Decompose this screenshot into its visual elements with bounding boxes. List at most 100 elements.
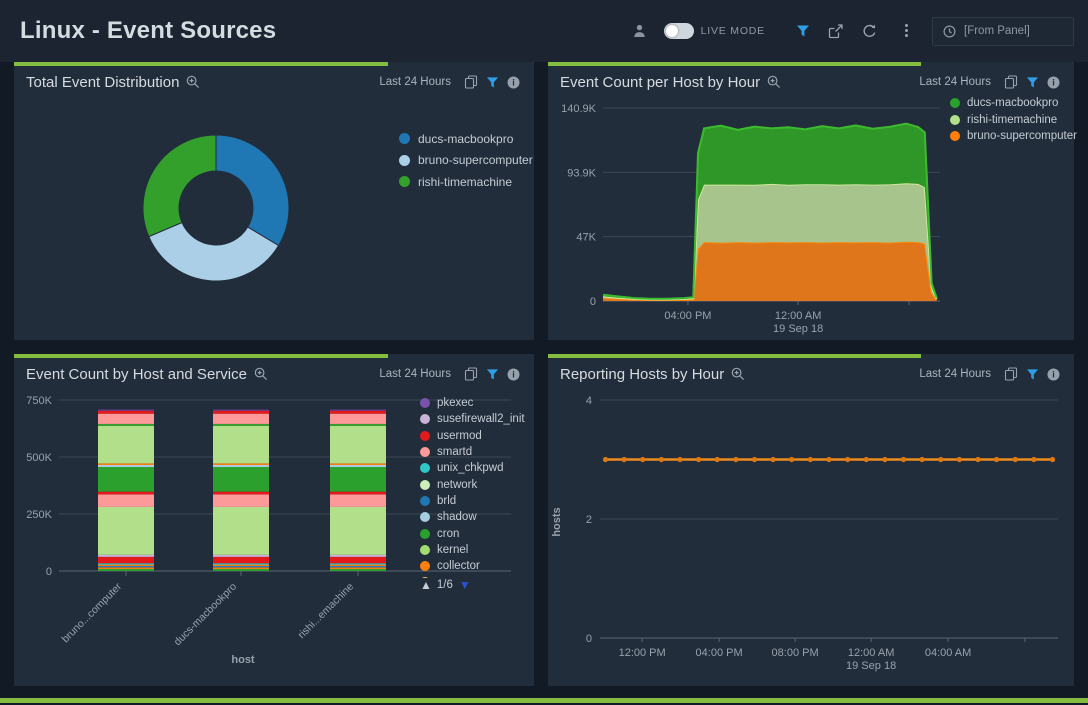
filter-icon[interactable] — [796, 24, 810, 38]
filter-icon[interactable] — [486, 76, 499, 89]
legend-swatch — [420, 431, 430, 441]
panel-time-range: Last 24 Hours — [379, 368, 451, 380]
legend-page-down-icon[interactable]: ▼ — [459, 578, 471, 592]
panel-header: Event Count per Host by Hour Last 24 Hou… — [548, 66, 1074, 98]
legend-item[interactable]: brld — [420, 493, 538, 509]
copy-icon[interactable] — [464, 75, 478, 89]
legend-item[interactable]: cron — [420, 525, 538, 541]
legend-item[interactable]: ducs-macbookpro — [399, 128, 533, 150]
legend-swatch — [399, 176, 410, 187]
filter-icon[interactable] — [1026, 76, 1039, 89]
info-icon[interactable]: i — [1047, 76, 1060, 89]
bar-segment — [330, 494, 386, 507]
magnifier-plus-icon[interactable] — [731, 367, 745, 381]
live-mode-toggle[interactable] — [664, 23, 694, 39]
legend-swatch — [950, 115, 960, 125]
legend-item[interactable]: rishi-timemachine — [399, 171, 533, 193]
copy-icon[interactable] — [1004, 367, 1018, 381]
data-point — [622, 457, 627, 462]
filter-icon[interactable] — [1026, 368, 1039, 381]
svg-text:140.9K: 140.9K — [561, 103, 597, 115]
copy-icon[interactable] — [1004, 75, 1018, 89]
bar-segment — [330, 424, 386, 426]
panel-header: Total Event Distribution Last 24 Hours i — [14, 66, 534, 98]
info-icon[interactable]: i — [1047, 368, 1060, 381]
legend-item[interactable]: susefirewall2_init — [420, 411, 538, 427]
legend-label: kernel — [437, 544, 468, 556]
legend-item[interactable]: smartd — [420, 444, 538, 460]
bar-segment — [98, 569, 154, 571]
magnifier-plus-icon[interactable] — [186, 75, 200, 89]
magnifier-plus-icon[interactable] — [254, 367, 268, 381]
legend-label: collector — [437, 560, 480, 572]
data-point — [920, 457, 925, 462]
bar-segment — [330, 411, 386, 414]
legend-item[interactable]: collector — [420, 558, 538, 574]
legend-page-up-icon[interactable]: ▲ — [420, 578, 432, 592]
bar-segment — [98, 411, 154, 414]
legend-item[interactable]: kernel — [420, 542, 538, 558]
legend-item[interactable]: pkexec — [420, 395, 538, 411]
legend-item[interactable]: shadow — [420, 509, 538, 525]
svg-text:04:00 AM: 04:00 AM — [925, 647, 971, 659]
panel-title: Event Count per Host by Hour — [560, 74, 760, 91]
share-icon[interactable] — [828, 24, 844, 39]
legend-label: brld — [437, 495, 456, 507]
data-point — [715, 457, 720, 462]
bar-segment — [213, 565, 269, 566]
svg-text:04:00 PM: 04:00 PM — [696, 647, 743, 659]
legend-label: bruno-supercomputer — [967, 130, 1077, 142]
bar-segment — [330, 563, 386, 564]
legend-item[interactable]: network — [420, 476, 538, 492]
bar-segment — [98, 567, 154, 569]
legend-label: pkexec — [437, 397, 473, 409]
legend-label: network — [437, 479, 477, 491]
legend-swatch — [420, 529, 430, 539]
legend-item[interactable]: rishi-timemachine — [950, 112, 1077, 129]
legend-swatch — [950, 98, 960, 108]
legend-swatch — [420, 447, 430, 457]
legend-item[interactable]: ducs-macbookpro — [950, 95, 1077, 112]
bar-segment — [330, 467, 386, 492]
info-icon[interactable]: i — [507, 368, 520, 381]
svg-text:19 Sep 18: 19 Sep 18 — [773, 323, 823, 335]
copy-icon[interactable] — [464, 367, 478, 381]
user-icon[interactable] — [633, 24, 646, 38]
more-menu-icon[interactable] — [900, 23, 914, 39]
bars: bruno...computerducs-macbookprorishi...e… — [59, 410, 386, 649]
svg-text:12:00 AM: 12:00 AM — [848, 647, 894, 659]
data-point — [771, 457, 776, 462]
legend-swatch — [420, 463, 430, 473]
svg-text:750K: 750K — [26, 395, 52, 407]
svg-text:47K: 47K — [576, 232, 596, 244]
magnifier-plus-icon[interactable] — [767, 75, 781, 89]
data-point — [789, 457, 794, 462]
series-areas — [603, 124, 937, 301]
bar-segment — [330, 410, 386, 411]
refresh-icon[interactable] — [862, 24, 877, 39]
legend-page-indicator: 1/6 — [437, 579, 453, 591]
toggle-knob — [666, 25, 678, 37]
bar-segment — [330, 569, 386, 571]
live-mode-label: LIVE MODE — [701, 25, 765, 37]
area-series-bruno-supercomputer — [603, 242, 937, 301]
legend-label: unix_chkpwd — [437, 462, 503, 474]
svg-text:19 Sep 18: 19 Sep 18 — [846, 660, 896, 672]
filter-icon[interactable] — [486, 368, 499, 381]
data-point — [864, 457, 869, 462]
time-range-picker[interactable]: [From Panel] — [932, 17, 1074, 46]
bar-segment — [213, 426, 269, 464]
legend-item[interactable]: bruno-supercomputer — [399, 150, 533, 172]
bar-segment — [213, 463, 269, 465]
bar-segment — [98, 565, 154, 566]
legend-label: ducs-macbookpro — [967, 97, 1058, 109]
legend-item[interactable]: bruno-supercomputer — [950, 128, 1077, 145]
legend-item[interactable]: usermod — [420, 428, 538, 444]
data-point — [752, 457, 757, 462]
donut-slices — [143, 135, 289, 281]
svg-text:4: 4 — [586, 395, 592, 407]
info-icon[interactable]: i — [507, 76, 520, 89]
legend-item[interactable]: unix_chkpwd — [420, 460, 538, 476]
bar-segment — [213, 411, 269, 414]
bar-segment — [98, 492, 154, 495]
